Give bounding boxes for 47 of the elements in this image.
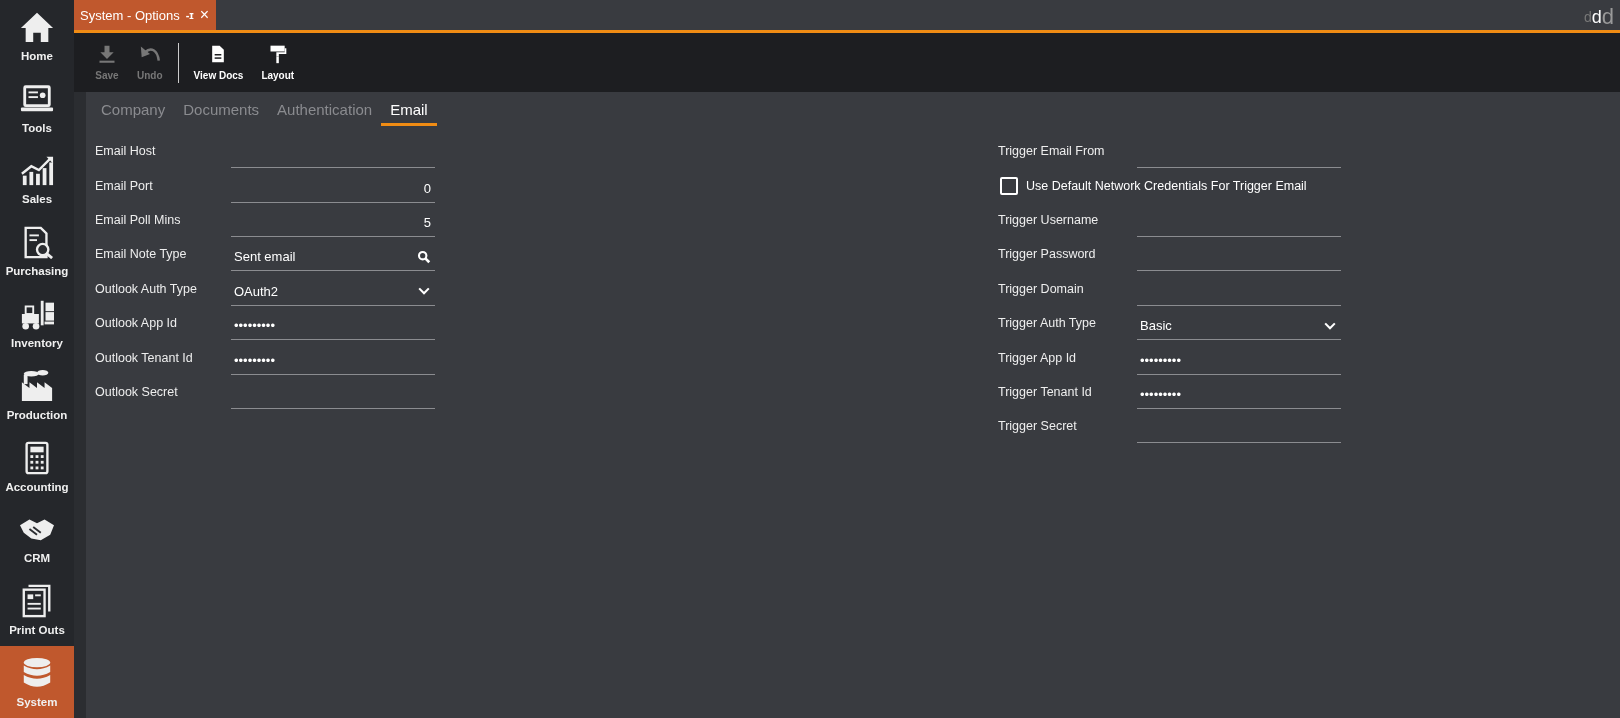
checkbox-label: Use Default Network Credentials For Trigger Email: [1026, 178, 1307, 193]
undo-icon: [139, 44, 160, 64]
input-field[interactable]: 5: [231, 208, 435, 237]
field-label: Email Note Type: [95, 247, 188, 262]
sidebar-item[interactable]: Purchasing: [0, 215, 74, 288]
sidebar-item[interactable]: Production: [0, 359, 74, 431]
field-label: Trigger Auth Type: [998, 316, 1097, 331]
sidebar-item[interactable]: CRM: [0, 502, 74, 575]
close-button[interactable]: ×: [199, 6, 210, 24]
field-label: Email Host: [95, 144, 157, 159]
checkbox[interactable]: [1000, 176, 1018, 195]
sidebar-item[interactable]: System: [0, 646, 74, 718]
field-label: Email Port: [95, 178, 154, 193]
input-field[interactable]: •••••••••: [231, 346, 435, 375]
search-icon: [417, 249, 431, 264]
sidebar-item[interactable]: Tools: [0, 71, 74, 144]
field-label: Trigger Domain: [998, 281, 1085, 296]
field-label: Trigger App Id: [998, 350, 1078, 365]
dropdown[interactable]: Basic: [1137, 312, 1341, 341]
field-label: Outlook Auth Type: [95, 281, 198, 296]
sidebar-item[interactable]: Sales: [0, 143, 74, 216]
field-label: Trigger Username: [998, 212, 1100, 227]
input-field[interactable]: •••••••••: [1137, 346, 1341, 375]
pin-button[interactable]: -ɪ: [185, 9, 194, 21]
document-tab[interactable]: System - Options -ɪ ×: [74, 0, 217, 30]
field-label: Outlook Tenant Id: [95, 350, 194, 365]
input-field[interactable]: •••••••••: [1137, 380, 1341, 409]
input-field[interactable]: 0: [231, 174, 435, 203]
sidebar-item[interactable]: Home: [0, 0, 74, 72]
field-label: Outlook Secret: [95, 384, 179, 399]
field-label: Outlook App Id: [95, 316, 178, 331]
tab[interactable]: Email: [381, 98, 437, 126]
input-field[interactable]: Sent email: [231, 243, 435, 272]
logo: ddd: [1583, 3, 1615, 30]
sidebar-item[interactable]: Inventory: [0, 287, 74, 359]
sidebar-item[interactable]: Print Outs: [0, 574, 74, 647]
view-docs-button[interactable]: View Docs: [184, 44, 253, 81]
input-field[interactable]: •••••••••: [231, 312, 435, 341]
download-icon: [97, 44, 117, 64]
field-label: Trigger Email From: [998, 144, 1106, 159]
dropdown[interactable]: OAuth2: [231, 277, 435, 306]
field-label: Trigger Secret: [998, 419, 1078, 434]
field-label: Trigger Password: [998, 247, 1097, 262]
sidebar-item[interactable]: Accounting: [0, 430, 74, 503]
field-label: Email Poll Mins: [95, 212, 182, 227]
layout-button[interactable]: Layout: [252, 44, 304, 81]
field-label: Trigger Tenant Id: [998, 384, 1093, 399]
